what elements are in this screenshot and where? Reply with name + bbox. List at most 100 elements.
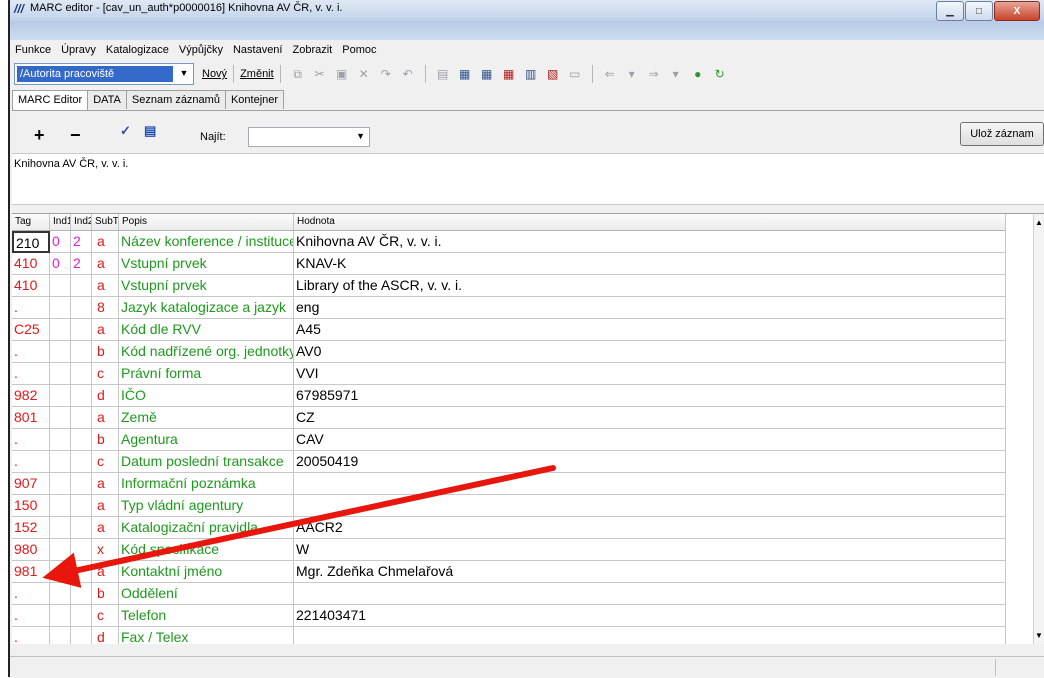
table-row[interactable]: . b Kód nadřízené org. jednotky AV0 <box>12 341 1006 363</box>
cell-subfield[interactable]: a <box>92 517 119 539</box>
cell-tag[interactable]: 981 <box>12 561 50 583</box>
copy-icon[interactable]: ⧉ <box>290 66 306 82</box>
record-save-icon[interactable]: ▦ <box>457 66 473 82</box>
cell-description[interactable]: Právní forma <box>119 363 294 385</box>
table-row[interactable]: 982 d IČO 67985971 <box>12 385 1006 407</box>
table-row[interactable]: 410 a Vstupní prvek Library of the ASCR, v.… <box>12 275 1006 297</box>
cell-ind1[interactable] <box>50 341 71 363</box>
remove-field-button[interactable]: − <box>70 125 81 146</box>
cell-ind2[interactable]: 2 <box>71 253 92 275</box>
cell-ind1[interactable] <box>50 605 71 627</box>
cell-ind1[interactable] <box>50 583 71 605</box>
undo-icon[interactable]: ↶ <box>400 66 416 82</box>
cell-description[interactable]: Název konference / instituce <box>119 231 294 253</box>
cell-value[interactable]: Mgr. Zdeňka Chmelařová <box>294 561 1006 583</box>
cell-description[interactable]: Fax / Telex <box>119 627 294 644</box>
column-header-subfield[interactable]: SubT <box>92 214 119 230</box>
column-header-value[interactable]: Hodnota <box>294 214 1006 230</box>
cell-subfield[interactable]: c <box>92 363 119 385</box>
chevron-down-icon[interactable]: ▼ <box>177 66 191 80</box>
cell-ind1[interactable] <box>50 297 71 319</box>
cell-ind1[interactable] <box>50 319 71 341</box>
chevron-down-icon[interactable]: ▼ <box>356 131 365 141</box>
scroll-down-icon[interactable]: ▼ <box>1035 631 1043 640</box>
cut-icon[interactable]: ✂ <box>312 66 328 82</box>
cell-ind2[interactable] <box>71 561 92 583</box>
cell-value[interactable]: Library of the ASCR, v. v. i. <box>294 275 1006 297</box>
workplace-select[interactable]: /Autorita pracoviště ▼ <box>14 63 194 85</box>
cell-value[interactable]: 67985971 <box>294 385 1006 407</box>
paste-icon[interactable]: ▣ <box>334 66 350 82</box>
cell-value[interactable] <box>294 627 1006 644</box>
cell-description[interactable]: IČO <box>119 385 294 407</box>
record-delete-icon[interactable]: ▦ <box>501 66 517 82</box>
cell-ind1[interactable] <box>50 473 71 495</box>
table-row[interactable]: . b Agentura CAV <box>12 429 1006 451</box>
table-row[interactable]: . d Fax / Telex <box>12 627 1006 644</box>
cell-ind1[interactable] <box>50 539 71 561</box>
cell-ind2[interactable] <box>71 385 92 407</box>
back-dropdown-icon[interactable]: ▾ <box>624 66 640 82</box>
cell-ind2[interactable] <box>71 407 92 429</box>
cell-subfield[interactable]: d <box>92 385 119 407</box>
refresh-icon[interactable]: ↻ <box>712 66 728 82</box>
add-field-button[interactable]: + <box>34 125 45 146</box>
cell-subfield[interactable]: a <box>92 473 119 495</box>
tab-record-list[interactable]: Seznam záznamů <box>125 90 226 109</box>
cell-value[interactable]: A45 <box>294 319 1006 341</box>
tab-data[interactable]: DATA <box>87 90 127 109</box>
cell-ind2[interactable] <box>71 363 92 385</box>
cell-ind2[interactable] <box>71 319 92 341</box>
table-row[interactable]: 801 a Země CZ <box>12 407 1006 429</box>
cell-subfield[interactable]: c <box>92 605 119 627</box>
cell-ind2[interactable] <box>71 275 92 297</box>
cell-ind2[interactable] <box>71 429 92 451</box>
cell-value[interactable]: KNAV-K <box>294 253 1006 275</box>
spellcheck-icon[interactable]: ✓ <box>120 123 131 139</box>
cell-ind1[interactable] <box>50 363 71 385</box>
check-icon[interactable]: ● <box>690 66 706 82</box>
cell-tag[interactable]: 907 <box>12 473 50 495</box>
table-row[interactable]: . c Telefon 221403471 <box>12 605 1006 627</box>
cell-description[interactable]: Země <box>119 407 294 429</box>
cell-ind2[interactable] <box>71 341 92 363</box>
cell-value[interactable]: AV0 <box>294 341 1006 363</box>
menu-zobrazit[interactable]: Zobrazit <box>287 44 337 56</box>
cell-ind2[interactable] <box>71 473 92 495</box>
table-row[interactable]: . c Právní forma VVI <box>12 363 1006 385</box>
cell-value[interactable]: Knihovna AV ČR, v. v. i. <box>294 231 1006 253</box>
cell-subfield[interactable]: 8 <box>92 297 119 319</box>
cell-ind1[interactable] <box>50 627 71 644</box>
cell-tag[interactable]: . <box>12 429 50 451</box>
tab-container[interactable]: Kontejner <box>224 90 285 109</box>
close-button[interactable]: X <box>994 1 1040 21</box>
find-input[interactable]: ▼ <box>248 127 370 147</box>
cell-ind2[interactable] <box>71 627 92 644</box>
cell-value[interactable]: VVI <box>294 363 1006 385</box>
cell-description[interactable]: Agentura <box>119 429 294 451</box>
cell-ind2[interactable] <box>71 539 92 561</box>
cell-description[interactable]: Oddělení <box>119 583 294 605</box>
cell-description[interactable]: Datum poslední transakce <box>119 451 294 473</box>
cell-tag[interactable]: 152 <box>12 517 50 539</box>
cell-ind2[interactable] <box>71 297 92 319</box>
cell-subfield[interactable]: a <box>92 319 119 341</box>
cell-subfield[interactable]: a <box>92 561 119 583</box>
cell-tag[interactable]: . <box>12 341 50 363</box>
cell-value[interactable]: 221403471 <box>294 605 1006 627</box>
cell-description[interactable]: Kód dle RVV <box>119 319 294 341</box>
cell-ind1[interactable] <box>50 561 71 583</box>
menu-katalogizace[interactable]: Katalogizace <box>101 44 174 56</box>
cell-tag[interactable]: 410 <box>12 253 50 275</box>
vertical-scrollbar[interactable]: ▲ ▼ <box>1033 214 1044 644</box>
maximize-button[interactable]: □ <box>965 1 993 21</box>
cell-tag[interactable]: . <box>12 605 50 627</box>
cell-ind1[interactable]: 0 <box>50 253 71 275</box>
menu-pomoc[interactable]: Pomoc <box>337 44 381 56</box>
table-row[interactable]: 907 a Informační poznámka <box>12 473 1006 495</box>
forward-dropdown-icon[interactable]: ▾ <box>668 66 684 82</box>
cell-ind1[interactable] <box>50 495 71 517</box>
cell-description[interactable]: Jazyk katalogizace a jazyk <box>119 297 294 319</box>
cell-subfield[interactable]: d <box>92 627 119 644</box>
cell-tag[interactable]: . <box>12 627 50 644</box>
